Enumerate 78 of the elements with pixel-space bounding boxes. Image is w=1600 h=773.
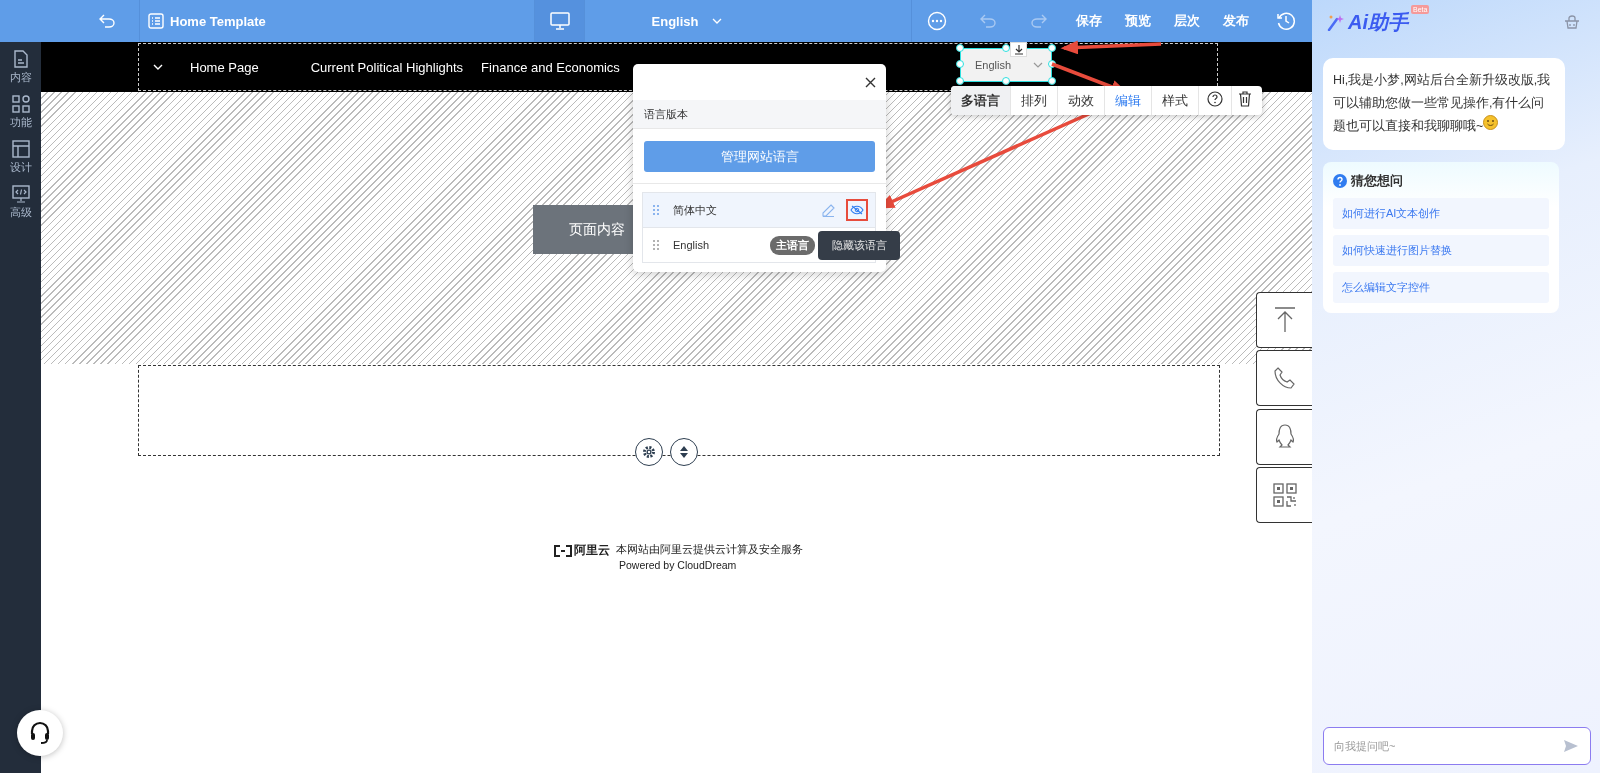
smiley-icon [1483,115,1499,130]
question-input[interactable]: 向我提问吧~ [1323,727,1591,765]
question-icon [1333,174,1347,188]
nav-item[interactable]: Finance and Economics [481,59,620,75]
sidebar-item[interactable]: 高级 [9,185,32,220]
language-name: 简体中文 [673,202,717,218]
greeting-message: Hi,我是小梦,网站后台全新升级改版,我可以辅助您做一些常见操作,有什么问题也可以直接和我聊聊哦~ [1323,58,1565,150]
resize-handle[interactable] [956,77,964,85]
sidebar-item[interactable]: 功能 [9,95,32,130]
layout-icon [11,140,30,158]
bracket-logo-icon [554,544,572,557]
sidebar-item[interactable]: 设计 [9,140,32,175]
toolbar-tab[interactable]: 动效 [1058,86,1105,115]
logo-text: 阿里云 [574,542,610,559]
powered-by-text: Powered by CloudDream [618,559,738,571]
language-name: English [673,239,710,251]
back-arrow-icon [99,14,115,28]
undo-icon [979,14,996,28]
main-language-tag: 主语言 [770,235,815,255]
chevron-down-icon [153,64,163,70]
document-icon [12,50,29,68]
resize-handle[interactable] [1048,77,1056,85]
suggestions-title: 猜您想问 [1351,172,1403,190]
hide-language-button[interactable] [846,199,868,221]
toolbar-tab[interactable]: 多语言 [951,86,1011,115]
headset-icon [29,721,51,745]
template-icon [148,13,164,29]
grid-icon [11,95,30,113]
language-selector[interactable]: English [960,48,1052,82]
assistant-title: Ai助手 [1348,9,1408,35]
penguin-icon [1273,424,1296,450]
toolbar-tab[interactable]: 编辑 [1105,86,1152,115]
suggestion-item[interactable]: 如何进行AI文本创作 [1333,198,1549,229]
history-icon [1276,11,1296,31]
eye-slash-icon [850,205,864,215]
monitor-icon [549,12,570,30]
help-icon [1207,91,1223,107]
qq-button[interactable] [1256,409,1312,465]
nav-item[interactable]: Current Political Highlights [310,59,464,75]
trash-icon [1238,91,1252,107]
drag-handle-icon [653,205,659,215]
toolbar-tab[interactable]: 排列 [1011,86,1058,115]
template-name: Home Template [170,13,266,29]
chevron-down-icon [712,18,723,24]
toolbar-tab[interactable]: 样式 [1152,86,1199,115]
more-icon [927,11,947,31]
back-to-top-button[interactable] [1256,292,1312,348]
phone-button[interactable] [1256,350,1312,406]
arrow-up-icon [1273,307,1296,333]
gear-icon [642,445,656,459]
close-icon [865,76,876,88]
chevron-down-icon [1033,62,1043,68]
download-icon [1013,44,1024,55]
close-button[interactable] [865,76,876,88]
basket-icon [1564,15,1580,29]
qr-code-button[interactable] [1256,467,1312,523]
sort-icon [679,446,689,458]
nav-item[interactable]: Home Page [190,59,259,75]
redo-icon [1030,14,1047,28]
pencil-icon [822,203,835,217]
monitor-code-icon [11,185,30,203]
phone-icon [1272,366,1297,390]
sparkle-wand-icon [1327,13,1345,31]
qr-code-icon [1272,483,1297,507]
reorder-button[interactable] [670,438,698,466]
settings-button[interactable] [635,438,663,466]
download-button[interactable] [1010,42,1027,57]
provider-text: 本网站由阿里云提供云计算及安全服务 [616,543,803,557]
tooltip: 隐藏该语言 [818,231,900,260]
language-row[interactable]: 简体中文 [643,193,875,227]
suggestion-item[interactable]: 怎么编辑文字控件 [1333,272,1549,303]
send-icon [1563,739,1579,753]
content-banner: 页面内容 [533,205,633,254]
drag-handle-icon [653,240,659,250]
section-title: 语言版本 [633,100,886,129]
suggestion-item[interactable]: 如何快速进行图片替换 [1333,235,1549,266]
sidebar-item[interactable]: 内容 [9,50,32,85]
resize-handle[interactable] [1002,77,1010,85]
